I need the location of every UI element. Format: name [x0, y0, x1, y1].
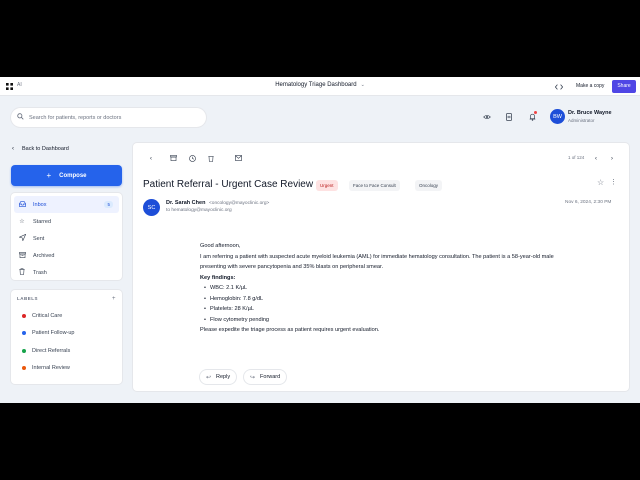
star-icon[interactable]: ☆ — [597, 178, 604, 187]
key-findings-title: Key findings: — [200, 274, 236, 281]
top-bar: AI Hematology Triage Dashboard ⌄ Make a c… — [0, 77, 640, 96]
label-item-direct-referrals[interactable]: Direct Referrals — [11, 342, 122, 360]
finding-item: Flow cytometry pending — [200, 315, 580, 326]
sidebar-item-starred[interactable]: ☆ Starred — [11, 213, 122, 230]
trash-icon — [17, 268, 27, 277]
user-role: Administrator — [568, 118, 595, 123]
search-icon — [17, 113, 25, 122]
forward-icon: ↪ — [250, 374, 256, 381]
back-to-dashboard-link[interactable]: ‹ Back to Dashboard — [12, 146, 69, 152]
forward-label: Forward — [260, 374, 281, 380]
labels-header: LABELS + — [11, 290, 122, 307]
share-button[interactable]: Share — [612, 80, 636, 93]
label-color-dot — [22, 313, 26, 318]
recipient-line: to hematology@mayoclinic.org — [166, 208, 232, 213]
finding-item: Hemoglobin: 7.8 g/dL — [200, 294, 580, 305]
email-subject: Patient Referral - Urgent Case Review — [143, 179, 314, 190]
clock-icon[interactable] — [187, 153, 197, 163]
sidebar-item-label: Trash — [33, 269, 47, 276]
chevron-left-icon[interactable]: ‹ — [591, 153, 601, 163]
sidebar-item-label: Starred — [33, 218, 52, 225]
page-title-text: Hematology Triage Dashboard — [275, 82, 357, 88]
document-icon[interactable] — [504, 112, 514, 122]
body-paragraph: I am referring a patient with suspected … — [200, 253, 554, 271]
compose-button[interactable]: + Compose — [11, 165, 122, 186]
greeting: Good afternoon, — [200, 243, 241, 249]
sender-avatar: SC — [143, 199, 160, 216]
archive-icon — [17, 251, 27, 260]
mail-nav: Inbox 5 ☆ Starred Sent Archived Trash — [11, 193, 122, 280]
bell-icon[interactable] — [527, 111, 537, 122]
star-icon: ☆ — [19, 219, 25, 225]
search-input[interactable] — [29, 114, 199, 121]
pager-text: 1 of 124 — [568, 155, 585, 160]
code-icon[interactable] — [553, 81, 564, 92]
finding-item: Platelets: 28 K/µL — [200, 304, 580, 315]
eye-icon[interactable] — [482, 112, 492, 122]
tag-face-to-face-consult[interactable]: Face to Face Consult — [349, 180, 400, 191]
chevron-down-icon: ⌄ — [360, 82, 365, 88]
sidebar-item-inbox[interactable]: Inbox 5 — [14, 196, 119, 213]
labels-title: LABELS — [17, 296, 38, 301]
label-item-internal-review[interactable]: Internal Review — [11, 360, 122, 378]
email-date: Nov 6, 2024, 2:30 PM — [565, 200, 612, 205]
plus-icon: + — [46, 171, 52, 180]
user-name: Dr. Bruce Wayne — [568, 110, 612, 116]
mail-icon[interactable] — [233, 153, 243, 163]
tag-urgent[interactable]: Urgent — [316, 180, 338, 191]
label-text: Direct Referrals — [32, 347, 71, 354]
label-text: Critical Care — [32, 312, 63, 319]
sidebar-item-label: Sent — [33, 235, 45, 242]
back-arrow-icon[interactable]: ‹ — [146, 153, 156, 163]
send-icon — [17, 233, 27, 243]
notification-dot — [534, 111, 537, 114]
label-color-dot — [22, 366, 26, 371]
label-color-dot — [22, 331, 26, 336]
chevron-right-icon[interactable]: › — [607, 153, 617, 163]
sender-name: Dr. Sarah Chen — [166, 200, 206, 206]
sidebar-item-label: Archived — [33, 252, 55, 259]
email-body: Good afternoon, I am referring a patient… — [200, 241, 580, 336]
closing: Please expedite the triage process as pa… — [200, 327, 380, 333]
reply-button[interactable]: ↩ Reply — [200, 370, 237, 384]
label-text: Internal Review — [32, 365, 70, 372]
forward-button[interactable]: ↪ Forward — [244, 370, 287, 384]
sidebar-item-trash[interactable]: Trash — [11, 264, 122, 281]
make-copy-button[interactable]: Make a copy — [573, 81, 607, 92]
reply-label: Reply — [216, 374, 231, 380]
more-vertical-icon[interactable]: ⋮ — [610, 178, 617, 186]
archive-icon[interactable] — [168, 153, 178, 163]
page-title[interactable]: Hematology Triage Dashboard ⌄ — [0, 82, 640, 88]
findings-list: WBC: 2.1 K/µL Hemoglobin: 7.8 g/dL Plate… — [200, 283, 580, 325]
label-text: Patient Follow-up — [32, 330, 75, 337]
sidebar-item-label: Inbox — [33, 201, 47, 208]
app-frame: AI Hematology Triage Dashboard ⌄ Make a c… — [0, 77, 640, 403]
sender-email: <oncology@mayoclinic.org> — [208, 201, 270, 206]
compose-label: Compose — [59, 172, 87, 179]
sidebar-item-archived[interactable]: Archived — [11, 247, 122, 264]
label-item-critical-care[interactable]: Critical Care — [11, 307, 122, 325]
tag-oncology[interactable]: Oncology — [415, 180, 443, 191]
labels-panel: LABELS + Critical Care Patient Follow-up… — [11, 290, 122, 384]
inbox-count-badge: 5 — [104, 201, 113, 208]
email-panel: ‹ 1 of 124 ‹ › Patient Referral - Urgent… — [133, 143, 629, 391]
reply-icon: ↩ — [206, 374, 212, 381]
sidebar-item-sent[interactable]: Sent — [11, 230, 122, 247]
trash-icon[interactable] — [206, 153, 216, 163]
chevron-left-icon: ‹ — [12, 146, 14, 152]
label-item-patient-follow-up[interactable]: Patient Follow-up — [11, 325, 122, 343]
inbox-icon — [17, 200, 27, 209]
label-color-dot — [22, 348, 26, 353]
finding-item: WBC: 2.1 K/µL — [200, 283, 580, 294]
back-label: Back to Dashboard — [22, 146, 69, 152]
avatar[interactable]: BW — [550, 109, 565, 124]
search-bar[interactable] — [11, 108, 206, 127]
add-label-icon[interactable]: + — [112, 296, 116, 302]
sender-line: Dr. Sarah Chen <oncology@mayoclinic.org> — [166, 200, 269, 206]
